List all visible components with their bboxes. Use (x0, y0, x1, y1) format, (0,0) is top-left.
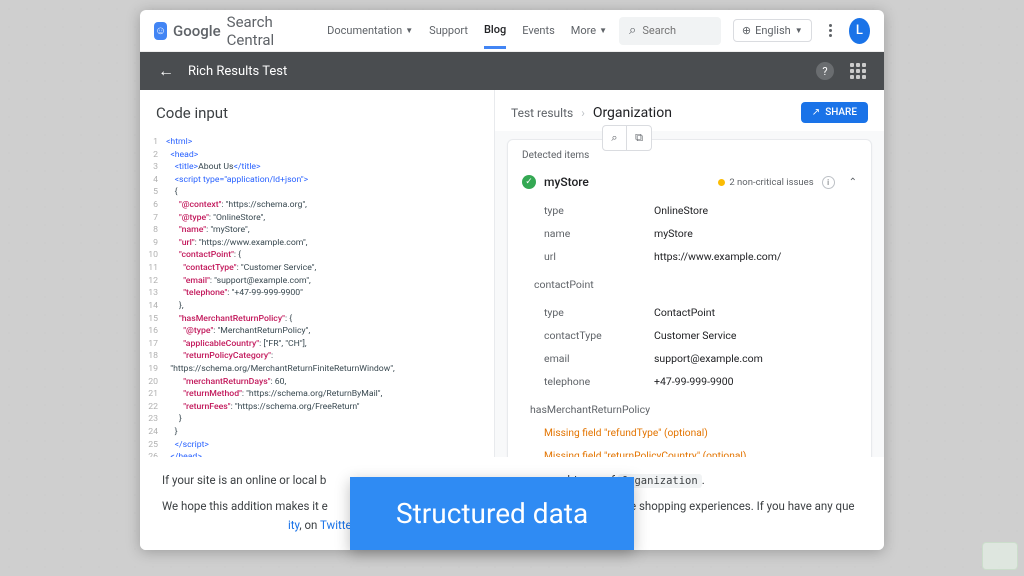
property-row: typeOnlineStore (508, 199, 871, 222)
results-header: Test results › Organization ↗ SHARE (495, 90, 884, 131)
code-line: 12 "email": "support@example.com", (140, 275, 494, 288)
nav-more[interactable]: More▼ (571, 13, 607, 49)
code-line: 16 "@type": "MerchantReturnPolicy", (140, 325, 494, 338)
code-line: 22 "returnFees": "https://schema.org/Fre… (140, 401, 494, 414)
code-toolbar: ⌕ ⧉ (602, 125, 652, 151)
detected-item-row[interactable]: ✓ myStore 2 non-critical issues i ⌃ (508, 169, 871, 195)
main-content: Code input 1<html>2 <head>3 <title>About… (140, 90, 884, 457)
code-line: 17 "applicableCountry": ["FR", "CH"], (140, 338, 494, 351)
section-return: hasMerchantReturnPolicy (508, 397, 871, 422)
code-line: 5 { (140, 186, 494, 199)
warning-dot-icon (718, 179, 725, 186)
chevron-down-icon: ▼ (405, 26, 413, 35)
code-line: 18 "returnPolicyCategory": (140, 350, 494, 363)
detected-items-card: Detected items ✓ myStore 2 non-critical … (507, 139, 872, 457)
share-label: SHARE (825, 107, 857, 118)
property-row: urlhttps://www.example.com/ (508, 245, 871, 268)
chevron-up-icon[interactable]: ⌃ (849, 177, 857, 188)
language-selector[interactable]: ⊕ English ▼ (733, 19, 812, 42)
footer-text-1a: If your site is an online or local b (162, 473, 326, 487)
property-row: typeContactPoint (508, 301, 871, 324)
chevron-down-icon: ▼ (795, 26, 803, 35)
property-row: emailsupport@example.com (508, 347, 871, 370)
top-nav: ☺ Google Search Central Documentation▼ S… (140, 10, 884, 52)
property-row: telephone+47-99-999-9900 (508, 370, 871, 393)
missing-field-warning: Missing field "refundType" (optional) (508, 422, 871, 445)
missing-field-warning: Missing field "returnPolicyCountry" (opt… (508, 445, 871, 457)
code-editor[interactable]: 1<html>2 <head>3 <title>About Us</title>… (140, 132, 494, 457)
breadcrumb-current: Organization (593, 105, 672, 121)
contact-properties: typeContactPointcontactTypeCustomer Serv… (508, 297, 871, 397)
nav-documentation[interactable]: Documentation▼ (327, 13, 413, 49)
overlay-banner: Structured data (350, 477, 634, 550)
code-line: 19 "https://schema.org/MerchantReturnFin… (140, 363, 494, 376)
back-arrow-icon[interactable]: ← (158, 61, 174, 81)
brand-google: Google (173, 22, 221, 40)
code-line: 2 <head> (140, 149, 494, 162)
code-line: 6 "@context": "https://schema.org", (140, 199, 494, 212)
link-community[interactable]: ity (288, 518, 299, 532)
apps-grid-icon[interactable] (850, 63, 866, 79)
copy-icon[interactable]: ⧉ (627, 126, 651, 150)
code-input-pane: Code input 1<html>2 <head>3 <title>About… (140, 90, 495, 457)
section-contact: contactPoint (508, 272, 871, 297)
help-icon[interactable]: ? (816, 62, 834, 80)
chevron-right-icon: › (581, 106, 585, 120)
property-row: contactTypeCustomer Service (508, 324, 871, 347)
property-row: namemyStore (508, 222, 871, 245)
brand-icon: ☺ (154, 22, 167, 40)
code-line: 24 } (140, 426, 494, 439)
brand-search-central: Search Central (227, 13, 298, 49)
issues-badge: 2 non-critical issues (718, 177, 813, 188)
breadcrumb-root[interactable]: Test results (511, 106, 573, 120)
search-icon: ⌕ (629, 23, 636, 38)
search-box[interactable]: ⌕ (619, 17, 721, 45)
language-label: English (755, 24, 791, 37)
tool-header: ← Rich Results Test ? (140, 52, 884, 90)
code-line: 11 "contactType": "Customer Service", (140, 262, 494, 275)
issues-text: 2 non-critical issues (729, 177, 813, 188)
detected-items-label: Detected items (508, 150, 871, 169)
tool-title: Rich Results Test (188, 64, 287, 79)
chevron-down-icon: ▼ (599, 26, 607, 35)
code-line: 25 </script> (140, 439, 494, 452)
search-input[interactable] (642, 24, 711, 37)
share-button[interactable]: ↗ SHARE (801, 102, 868, 123)
share-icon: ↗ (812, 107, 820, 118)
code-line: 7 "@type": "OnlineStore", (140, 212, 494, 225)
nav-blog[interactable]: Blog (484, 13, 506, 49)
footer-text-2a: We hope this addition makes it e (162, 499, 328, 513)
browser-window: ☺ Google Search Central Documentation▼ S… (140, 10, 884, 550)
code-line: 3 <title>About Us</title> (140, 161, 494, 174)
code-line: 15 "hasMerchantReturnPolicy": { (140, 313, 494, 326)
code-input-title: Code input (140, 90, 494, 132)
robot-icon (982, 542, 1018, 570)
code-line: 1<html> (140, 136, 494, 149)
nav-menu: Documentation▼ Support Blog Events More▼ (327, 13, 607, 49)
code-line: 21 "returnMethod": "https://schema.org/R… (140, 388, 494, 401)
avatar[interactable]: L (849, 18, 870, 44)
nav-support[interactable]: Support (429, 13, 468, 49)
check-circle-icon: ✓ (522, 175, 536, 189)
vertical-dots-icon[interactable] (824, 23, 837, 39)
globe-icon: ⊕ (742, 24, 751, 37)
item-name: myStore (544, 175, 589, 189)
code-line: 14 }, (140, 300, 494, 313)
brand[interactable]: ☺ Google Search Central (154, 13, 297, 49)
code-line: 20 "merchantReturnDays": 60, (140, 376, 494, 389)
code-line: 23 } (140, 413, 494, 426)
info-icon[interactable]: i (822, 176, 835, 189)
results-pane: Test results › Organization ↗ SHARE Dete… (495, 90, 884, 457)
nav-events[interactable]: Events (522, 13, 555, 49)
code-line: 4 <script type="application/ld+json"> (140, 174, 494, 187)
code-line: 9 "url": "https://www.example.com", (140, 237, 494, 250)
search-code-icon[interactable]: ⌕ (603, 126, 627, 150)
code-line: 13 "telephone": "+47-99-999-9900" (140, 287, 494, 300)
code-line: 10 "contactPoint": { (140, 249, 494, 262)
code-line: 8 "name": "myStore", (140, 224, 494, 237)
properties-table: typeOnlineStorenamemyStoreurlhttps://www… (508, 195, 871, 272)
